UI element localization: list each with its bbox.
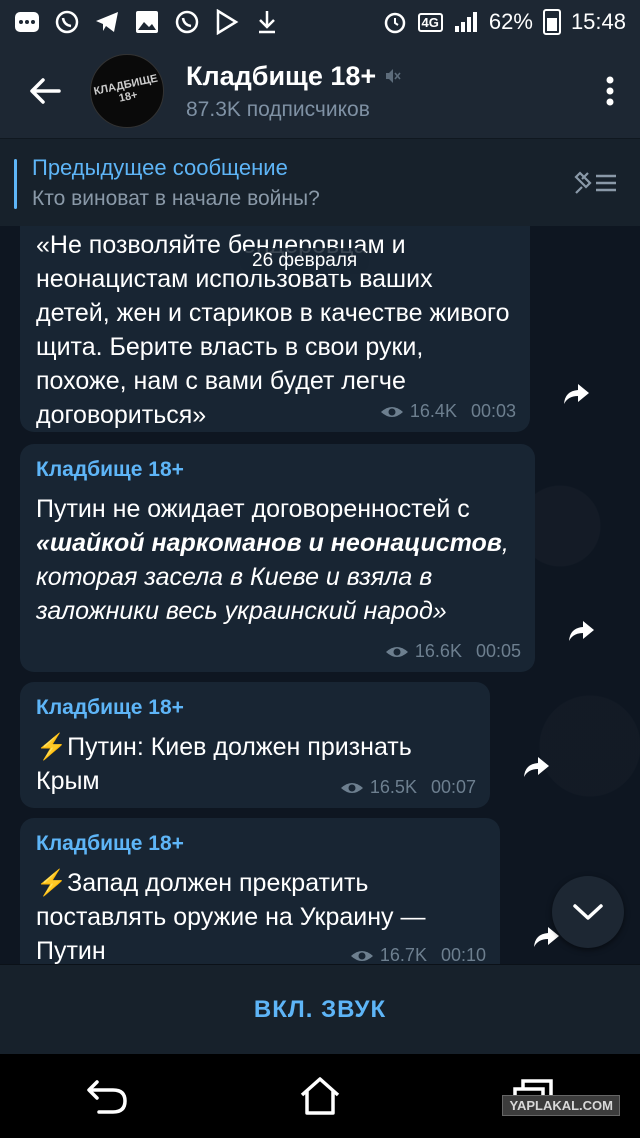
- share-button[interactable]: [558, 608, 604, 654]
- battery-percent: 62%: [488, 9, 533, 34]
- message-author: Кладбище 18+: [36, 696, 184, 719]
- muted-speaker-icon: [386, 69, 401, 83]
- views-count: 16.5K: [369, 777, 417, 797]
- avatar-text: КЛАДБИЩЕ 18+: [92, 72, 159, 105]
- chat-header: КЛАДБИЩЕ 18+ Кладбище 18+ 87.3K подписчи…: [0, 44, 640, 138]
- watermark: YAPLAKAL.COM: [502, 1095, 620, 1116]
- message-bubble[interactable]: Кладбище 18+ ⚡Запад должен прекратить по…: [20, 818, 500, 964]
- message-list[interactable]: «Не позволяйте бендеровцам и неонацистам…: [0, 226, 640, 964]
- share-button[interactable]: [513, 744, 559, 790]
- back-button[interactable]: [0, 44, 90, 138]
- pinned-list-button[interactable]: [572, 169, 618, 197]
- chat-notification-icon: [14, 9, 40, 35]
- subscriber-count: 87.3K подписчиков: [186, 97, 370, 121]
- home-icon: [300, 1077, 340, 1115]
- pinned-title: Предыдущее сообщение: [32, 154, 288, 180]
- share-button[interactable]: [553, 371, 599, 417]
- message-text-bold: «шайкой наркоманов и неонацистов: [36, 529, 502, 557]
- gallery-icon: [134, 9, 160, 35]
- alarm-icon: [382, 9, 408, 35]
- play-store-icon: [214, 9, 240, 35]
- more-vertical-icon: [606, 76, 614, 106]
- views-count: 16.4K: [409, 401, 457, 421]
- views-eye-icon: [350, 950, 373, 961]
- pinned-indicator: [14, 159, 17, 209]
- message-text: Путин не ожидает договоренностей с «шайк…: [36, 492, 519, 628]
- message-bubble[interactable]: Кладбище 18+ ⚡Путин: Киев должен признат…: [20, 682, 490, 808]
- message-time: 00:05: [475, 641, 521, 661]
- chevron-down-icon: [573, 904, 603, 920]
- channel-info[interactable]: Кладбище 18+ 87.3K подписчиков: [186, 61, 402, 122]
- message-time: 00:10: [440, 945, 486, 964]
- whatsapp-icon: [54, 9, 80, 35]
- message-author: Кладбище 18+: [36, 458, 184, 481]
- views-eye-icon: [385, 646, 408, 657]
- channel-title: Кладбище 18+: [186, 60, 377, 91]
- views-count: 16.6K: [414, 641, 462, 661]
- arrow-left-icon: [30, 78, 61, 104]
- scroll-to-bottom-button[interactable]: [552, 876, 624, 948]
- undo-back-icon: [86, 1080, 127, 1114]
- views-eye-icon: [340, 782, 363, 793]
- battery-icon: [542, 9, 561, 35]
- network-type-badge: 4G: [417, 12, 443, 32]
- pin-list-icon: [574, 171, 616, 194]
- message-meta: 16.4K 00:03: [380, 401, 516, 422]
- message-time: 00:07: [430, 777, 476, 797]
- signal-icon: [453, 9, 479, 35]
- date-separator: 26 февраля: [240, 248, 370, 274]
- nav-home-button[interactable]: [260, 1054, 380, 1138]
- download-icon: [254, 9, 280, 35]
- clock: 15:48: [570, 9, 626, 34]
- whatsapp-icon-2: [174, 9, 200, 35]
- share-arrow-icon: [569, 621, 594, 641]
- pinned-subtitle: Кто виноват в начале войны?: [32, 186, 320, 210]
- channel-avatar[interactable]: КЛАДБИЩЕ 18+: [90, 54, 164, 128]
- message-text-plain: Путин не ожидает договоренностей с: [36, 495, 470, 523]
- message-time: 00:03: [470, 401, 516, 421]
- message-meta: 16.5K 00:07: [340, 777, 476, 798]
- unmute-bar[interactable]: ВКЛ. ЗВУК: [0, 964, 640, 1055]
- pinned-message-bar[interactable]: Предыдущее сообщение Кто виноват в начал…: [0, 138, 640, 226]
- share-arrow-icon: [524, 757, 549, 777]
- views-count: 16.7K: [379, 945, 427, 964]
- nav-back-button[interactable]: [47, 1054, 167, 1138]
- share-arrow-icon: [564, 384, 589, 404]
- views-eye-icon: [380, 406, 403, 417]
- more-menu-button[interactable]: [580, 44, 640, 138]
- message-author: Кладбище 18+: [36, 832, 184, 855]
- message-meta: 16.6K 00:05: [385, 641, 521, 662]
- unmute-button[interactable]: ВКЛ. ЗВУК: [254, 996, 386, 1024]
- telegram-icon: [94, 9, 120, 35]
- message-meta: 16.7K 00:10: [350, 945, 486, 964]
- message-bubble[interactable]: Кладбище 18+ Путин не ожидает договоренн…: [20, 444, 535, 672]
- status-bar: 4G 62% 15:48: [0, 0, 640, 44]
